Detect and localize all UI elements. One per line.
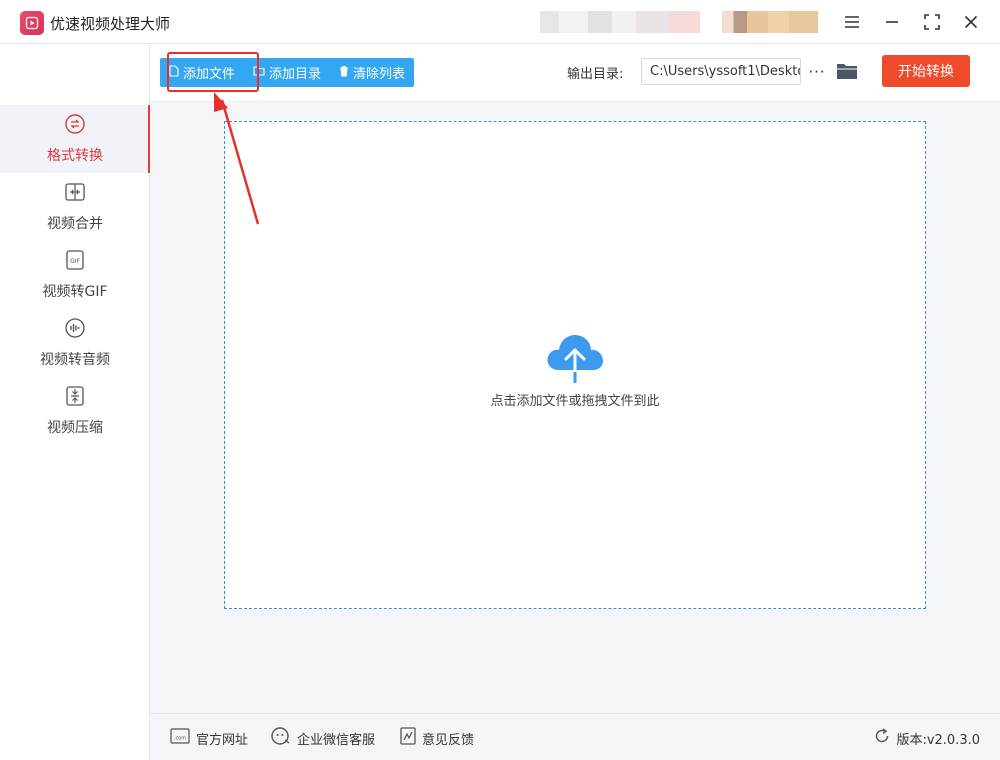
feedback-link[interactable]: 意见反馈 bbox=[400, 727, 475, 749]
website-icon: .com bbox=[170, 728, 190, 748]
minimize-icon[interactable] bbox=[879, 9, 905, 35]
clear-list-label: 清除列表 bbox=[353, 67, 406, 82]
output-dir-field[interactable]: C:\Users\yssoft1\Desktop bbox=[641, 58, 801, 85]
format-convert-icon bbox=[64, 113, 86, 139]
svg-text:GIF: GIF bbox=[70, 258, 80, 265]
open-folder-icon[interactable] bbox=[836, 61, 858, 81]
account-info-blurred bbox=[540, 11, 700, 33]
app-title: 优速视频处理大师 bbox=[50, 15, 171, 33]
file-drop-zone[interactable]: 点击添加文件或拖拽文件到此 bbox=[224, 121, 926, 609]
folder-icon bbox=[253, 65, 265, 80]
sidebar-item-label: 视频转音频 bbox=[40, 352, 110, 368]
footer-bar: .com 官方网址 企业微信客服 意见反馈 版本:v2.0.3.0 bbox=[150, 713, 1000, 760]
sidebar-item-label: 视频合并 bbox=[47, 216, 103, 232]
drop-hint-text: 点击添加文件或拖拽文件到此 bbox=[490, 394, 660, 409]
title-bar: 优速视频处理大师 bbox=[0, 0, 1000, 44]
merge-icon bbox=[64, 181, 86, 207]
more-options-button[interactable]: ··· bbox=[806, 58, 828, 85]
file-button-group: 添加文件 添加目录 清除列表 bbox=[160, 58, 415, 87]
wechat-service-link[interactable]: 企业微信客服 bbox=[271, 727, 376, 749]
menu-icon[interactable] bbox=[839, 9, 865, 35]
add-file-label: 添加文件 bbox=[183, 67, 236, 82]
app-logo-icon bbox=[20, 11, 44, 35]
clear-list-button[interactable]: 清除列表 bbox=[330, 58, 414, 87]
maximize-icon[interactable] bbox=[919, 9, 945, 35]
gif-icon: GIF bbox=[64, 249, 86, 275]
sidebar-item-video-to-audio[interactable]: 视频转音频 bbox=[0, 309, 150, 377]
version-info: 版本:v2.0.3.0 bbox=[874, 728, 980, 748]
sidebar-item-video-compress[interactable]: 视频压缩 bbox=[0, 377, 150, 445]
wechat-icon bbox=[271, 727, 291, 749]
refresh-icon[interactable] bbox=[874, 728, 890, 748]
sidebar-item-label: 格式转换 bbox=[47, 148, 103, 164]
feedback-icon bbox=[400, 727, 416, 749]
toolbar: 添加文件 添加目录 清除列表 输出目录: C:\Users\yssoft1\De… bbox=[150, 44, 1000, 102]
audio-icon bbox=[64, 317, 86, 343]
official-website-link[interactable]: .com 官方网址 bbox=[170, 728, 248, 748]
cloud-upload-icon bbox=[545, 328, 605, 388]
start-convert-button[interactable]: 开始转换 bbox=[882, 55, 970, 87]
sidebar-item-video-to-gif[interactable]: GIF 视频转GIF bbox=[0, 241, 150, 309]
add-folder-button[interactable]: 添加目录 bbox=[244, 58, 330, 87]
sidebar: 格式转换 视频合并 GIF 视频转GIF 视频转音频 视频压缩 bbox=[0, 44, 150, 760]
sidebar-item-label: 视频转GIF bbox=[42, 284, 108, 300]
website-label: 官方网址 bbox=[196, 732, 249, 748]
sidebar-item-format-convert[interactable]: 格式转换 bbox=[0, 105, 150, 173]
trash-icon bbox=[339, 65, 349, 81]
add-file-button[interactable]: 添加文件 bbox=[160, 58, 244, 87]
output-dir-label: 输出目录: bbox=[567, 67, 624, 82]
file-icon bbox=[169, 64, 179, 81]
feedback-label: 意见反馈 bbox=[422, 732, 475, 748]
sidebar-item-video-merge[interactable]: 视频合并 bbox=[0, 173, 150, 241]
user-avatar-blurred bbox=[722, 11, 818, 33]
compress-icon bbox=[64, 385, 86, 411]
version-label: 版本:v2.0.3.0 bbox=[896, 732, 980, 748]
add-folder-label: 添加目录 bbox=[269, 67, 322, 82]
svg-text:.com: .com bbox=[174, 736, 186, 742]
sidebar-item-label: 视频压缩 bbox=[47, 420, 103, 436]
close-icon[interactable] bbox=[958, 9, 984, 35]
wechat-label: 企业微信客服 bbox=[297, 732, 376, 748]
